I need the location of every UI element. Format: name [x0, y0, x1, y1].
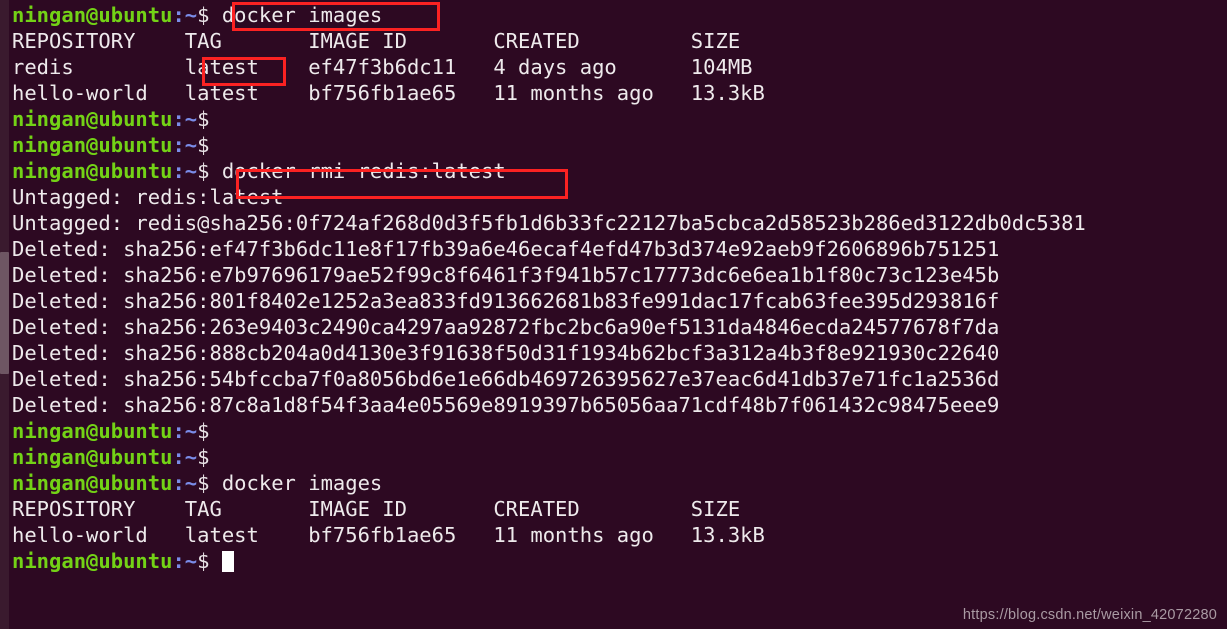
- output-text: hello-world latest bf756fb1ae65 11 month…: [12, 523, 765, 547]
- terminal-window: ningan@ubuntu:~$ docker images REPOSITORY…: [0, 0, 1227, 629]
- prompt-path: :~: [172, 159, 198, 183]
- terminal-output-line: hello-world latest bf756fb1ae65 11 month…: [12, 80, 1227, 106]
- terminal-screen[interactable]: ningan@ubuntu:~$ docker images REPOSITORY…: [9, 0, 1227, 629]
- prompt-path: :~: [172, 419, 198, 443]
- prompt-dollar: $: [197, 471, 210, 495]
- prompt-command-text: docker images: [209, 471, 383, 495]
- output-text: Deleted: sha256:54bfccba7f0a8056bd6e1e66…: [12, 367, 1000, 391]
- prompt-dollar: $: [197, 107, 210, 131]
- prompt-command-text: docker images: [209, 3, 383, 27]
- output-text: Deleted: sha256:e7b97696179ae52f99c8f646…: [12, 263, 1000, 287]
- terminal-output-line: Deleted: sha256:888cb204a0d4130e3f91638f…: [12, 340, 1227, 366]
- prompt-user-host: ningan@ubuntu: [12, 133, 173, 157]
- output-text: Deleted: sha256:801f8402e1252a3ea833fd91…: [12, 289, 1000, 313]
- terminal-output-line: REPOSITORY TAG IMAGE ID CREATED SIZE: [12, 496, 1227, 522]
- text-cursor: [221, 551, 234, 572]
- prompt-path: :~: [172, 471, 198, 495]
- prompt-user-host: ningan@ubuntu: [12, 107, 173, 131]
- prompt-user-host: ningan@ubuntu: [12, 419, 173, 443]
- terminal-prompt-line: ningan@ubuntu:~$: [12, 444, 1227, 470]
- terminal-scrollbar-track[interactable]: [0, 0, 9, 629]
- terminal-output-line: Deleted: sha256:e7b97696179ae52f99c8f646…: [12, 262, 1227, 288]
- prompt-user-host: ningan@ubuntu: [12, 471, 173, 495]
- prompt-user-host: ningan@ubuntu: [12, 549, 173, 573]
- output-text: Deleted: sha256:888cb204a0d4130e3f91638f…: [12, 341, 1000, 365]
- prompt-user-host: ningan@ubuntu: [12, 3, 173, 27]
- prompt-user-host: ningan@ubuntu: [12, 159, 173, 183]
- output-text: REPOSITORY TAG IMAGE ID CREATED SIZE: [12, 29, 741, 53]
- terminal-prompt-line: ningan@ubuntu:~$ docker images: [12, 470, 1227, 496]
- prompt-path: :~: [172, 107, 198, 131]
- prompt-dollar: $: [197, 133, 210, 157]
- prompt-path: :~: [172, 3, 198, 27]
- terminal-output-line: Untagged: redis:latest: [12, 184, 1227, 210]
- terminal-output-line: REPOSITORY TAG IMAGE ID CREATED SIZE: [12, 28, 1227, 54]
- terminal-output-line: Deleted: sha256:87c8a1d8f54f3aa4e05569e8…: [12, 392, 1227, 418]
- output-text: Untagged: redis:latest: [12, 185, 284, 209]
- output-text: Untagged: redis@sha256:0f724af268d0d3f5f…: [12, 211, 1086, 235]
- output-text: Deleted: sha256:ef47f3b6dc11e8f17fb39a6e…: [12, 237, 1000, 261]
- prompt-dollar: $: [197, 445, 210, 469]
- prompt-path: :~: [172, 445, 198, 469]
- prompt-user-host: ningan@ubuntu: [12, 445, 173, 469]
- output-text: REPOSITORY TAG IMAGE ID CREATED SIZE: [12, 497, 741, 521]
- terminal-output-line: Untagged: redis@sha256:0f724af268d0d3f5f…: [12, 210, 1227, 236]
- terminal-prompt-line: ningan@ubuntu:~$ docker images: [12, 2, 1227, 28]
- prompt-dollar: $: [197, 159, 210, 183]
- terminal-output-line: hello-world latest bf756fb1ae65 11 month…: [12, 522, 1227, 548]
- output-text: hello-world latest bf756fb1ae65 11 month…: [12, 81, 765, 105]
- terminal-output-line: redis latest ef47f3b6dc11 4 days ago 104…: [12, 54, 1227, 80]
- terminal-prompt-line: ningan@ubuntu:~$: [12, 132, 1227, 158]
- output-text: Deleted: sha256:87c8a1d8f54f3aa4e05569e8…: [12, 393, 1000, 417]
- terminal-prompt-line: ningan@ubuntu:~$: [12, 418, 1227, 444]
- prompt-path: :~: [172, 133, 198, 157]
- terminal-prompt-line: ningan@ubuntu:~$: [12, 548, 1227, 574]
- prompt-path: :~: [172, 549, 198, 573]
- prompt-dollar: $: [197, 549, 210, 573]
- terminal-scrollbar-thumb[interactable]: [0, 252, 9, 374]
- output-text: Deleted: sha256:263e9403c2490ca4297aa928…: [12, 315, 1000, 339]
- terminal-prompt-line: ningan@ubuntu:~$ docker rmi redis:latest: [12, 158, 1227, 184]
- terminal-output-line: Deleted: sha256:ef47f3b6dc11e8f17fb39a6e…: [12, 236, 1227, 262]
- prompt-command-text: docker rmi redis:latest: [209, 159, 506, 183]
- terminal-prompt-line: ningan@ubuntu:~$: [12, 106, 1227, 132]
- terminal-output-line: Deleted: sha256:801f8402e1252a3ea833fd91…: [12, 288, 1227, 314]
- output-text: redis latest ef47f3b6dc11 4 days ago 104…: [12, 55, 753, 79]
- terminal-output-line: Deleted: sha256:54bfccba7f0a8056bd6e1e66…: [12, 366, 1227, 392]
- prompt-dollar: $: [197, 419, 210, 443]
- watermark-text: https://blog.csdn.net/weixin_42072280: [962, 607, 1217, 623]
- prompt-dollar: $: [197, 3, 210, 27]
- terminal-output-line: Deleted: sha256:263e9403c2490ca4297aa928…: [12, 314, 1227, 340]
